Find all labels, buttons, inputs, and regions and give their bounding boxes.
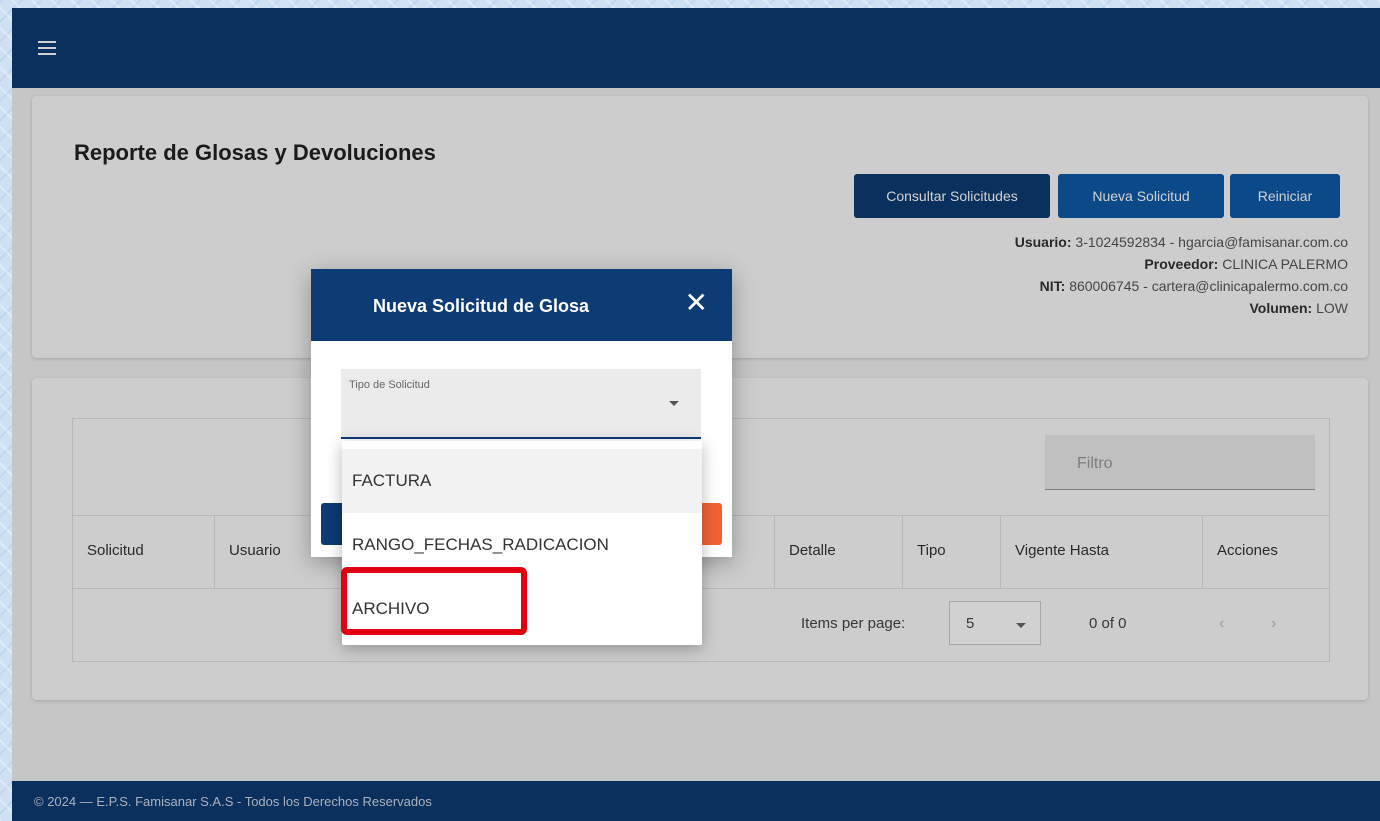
app-window: Reporte de Glosas y Devoluciones Consult… <box>12 8 1380 821</box>
chevron-down-icon <box>669 401 679 406</box>
tipo-solicitud-label: Tipo de Solicitud <box>349 379 430 391</box>
tipo-solicitud-select[interactable]: Tipo de Solicitud <box>341 369 701 530</box>
archivo-highlight-box <box>341 567 527 635</box>
close-icon[interactable]: ✕ <box>685 289 708 317</box>
dialog-header: Nueva Solicitud de Glosa ✕ <box>311 269 732 341</box>
option-factura[interactable]: FACTURA <box>342 449 702 513</box>
dialog-title: Nueva Solicitud de Glosa <box>373 296 590 316</box>
